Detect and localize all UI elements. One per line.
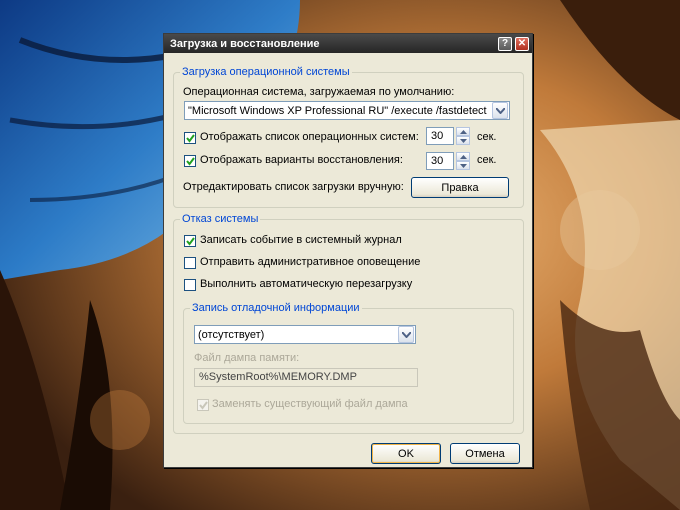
spin-up-icon[interactable] <box>456 127 470 136</box>
startup-recovery-dialog: Загрузка и восстановление ? ✕ Загрузка о… <box>163 33 533 468</box>
help-button[interactable]: ? <box>498 36 512 51</box>
show-os-list-spinner[interactable] <box>456 127 470 145</box>
show-os-list-label: Отображать список операционных систем: <box>200 131 419 143</box>
spin-down-icon[interactable] <box>456 161 470 170</box>
send-alert-label: Отправить административное оповещение <box>200 256 421 268</box>
dialog-titlebar[interactable]: Загрузка и восстановление ? ✕ <box>164 34 532 53</box>
auto-restart-checkbox[interactable] <box>184 279 196 291</box>
show-recovery-label: Отображать варианты восстановления: <box>200 154 403 166</box>
show-recovery-seconds-input[interactable]: 30 <box>426 152 454 170</box>
show-os-list-unit: сек. <box>477 131 497 143</box>
debug-type-value: (отсутствует) <box>198 328 265 341</box>
default-os-label: Операционная система, загружаемая по умо… <box>183 86 455 98</box>
write-event-label: Записать событие в системный журнал <box>200 234 402 246</box>
ok-button[interactable]: OK <box>371 443 441 464</box>
overwrite-dump-label: Заменять существующий файл дампа <box>212 398 408 410</box>
startup-group-label: Загрузка операционной системы <box>180 66 352 78</box>
send-alert-checkbox[interactable] <box>184 257 196 269</box>
cancel-button[interactable]: Отмена <box>450 443 520 464</box>
overwrite-dump-checkbox[interactable] <box>197 399 209 411</box>
dump-file-label: Файл дампа памяти: <box>194 352 300 364</box>
show-os-list-checkbox[interactable] <box>184 132 196 144</box>
show-recovery-spinner[interactable] <box>456 152 470 170</box>
edit-button[interactable]: Правка <box>411 177 509 198</box>
debug-info-group-label: Запись отладочной информации <box>190 302 362 314</box>
spin-up-icon[interactable] <box>456 152 470 161</box>
spin-down-icon[interactable] <box>456 136 470 145</box>
dump-file-input[interactable]: %SystemRoot%\MEMORY.DMP <box>194 368 418 387</box>
edit-list-label: Отредактировать список загрузки вручную: <box>183 181 404 193</box>
default-os-value: "Microsoft Windows XP Professional RU" /… <box>188 104 487 117</box>
default-os-select[interactable]: "Microsoft Windows XP Professional RU" /… <box>184 101 510 120</box>
debug-type-select[interactable]: (отсутствует) <box>194 325 416 344</box>
show-recovery-unit: сек. <box>477 154 497 166</box>
chevron-down-icon[interactable] <box>492 102 508 119</box>
show-os-list-seconds-input[interactable]: 30 <box>426 127 454 145</box>
dialog-title: Загрузка и восстановление <box>170 37 320 50</box>
system-failure-group-label: Отказ системы <box>180 213 261 225</box>
write-event-checkbox[interactable] <box>184 235 196 247</box>
show-recovery-checkbox[interactable] <box>184 155 196 167</box>
auto-restart-label: Выполнить автоматическую перезагрузку <box>200 278 413 290</box>
close-button[interactable]: ✕ <box>515 36 529 51</box>
chevron-down-icon[interactable] <box>398 326 414 343</box>
